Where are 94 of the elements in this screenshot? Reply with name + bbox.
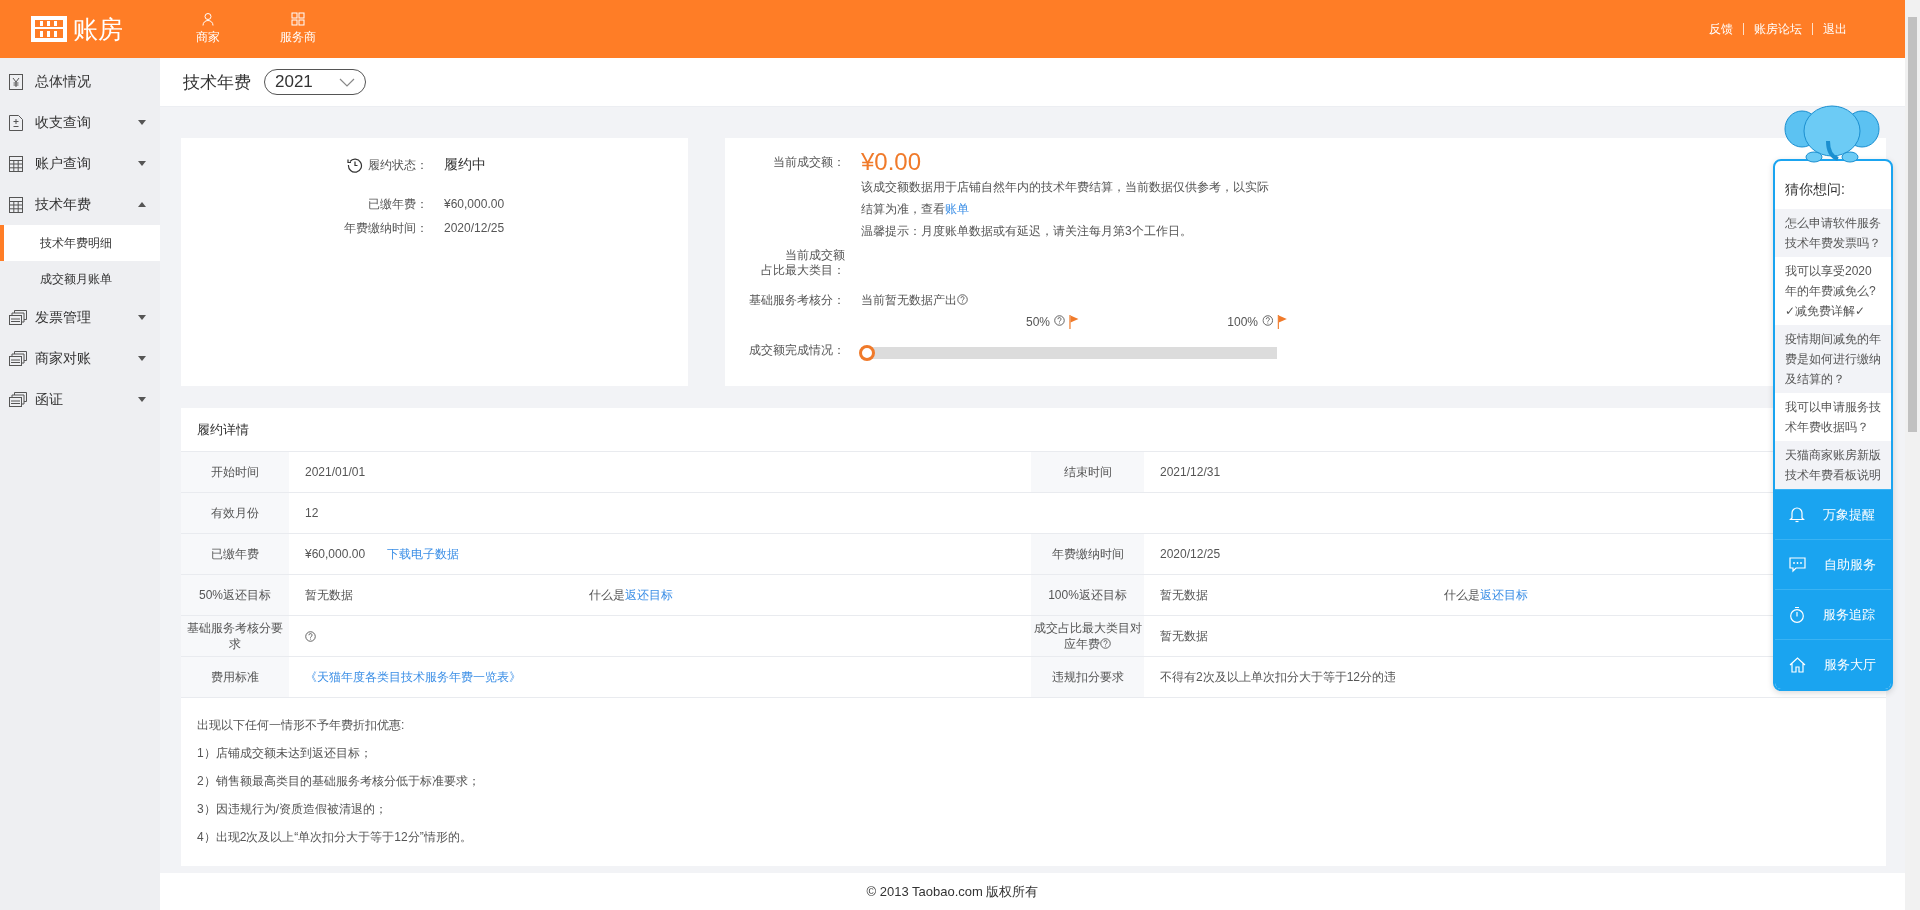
- sidebar-item[interactable]: 收支查询: [0, 102, 160, 143]
- table-label-cell: 开始时间: [181, 452, 289, 493]
- logo-text: 账房: [73, 13, 123, 45]
- tip-text: 温馨提示：月度账单数据或有延迟，请关注每月第3个工作日。: [861, 223, 1192, 240]
- copyright-text: © 2013 Taobao.com 版权所有: [866, 882, 1039, 901]
- table-label-cell: 基础服务考核分要求: [181, 616, 289, 657]
- table-label-cell: 结束时间: [1031, 452, 1144, 493]
- table-cell-text: ¥60,000.00: [305, 547, 367, 561]
- note-text: 1）店铺成交额未达到返还目标；: [197, 745, 373, 762]
- year-select[interactable]: 2021: [264, 69, 366, 95]
- note-text: 2）销售额最高类目的基础服务考核分低于标准要求；: [197, 773, 481, 790]
- field-label: 基础服务考核分：: [748, 292, 845, 309]
- milestone-label: 100%: [1227, 315, 1258, 329]
- field-label: 履约状态：: [368, 156, 428, 174]
- flag-icon: [1069, 315, 1079, 329]
- table-cell-text: 2021/12/31: [1160, 465, 1222, 479]
- grid-icon: [291, 12, 305, 26]
- stacked-cards-icon: [9, 392, 27, 407]
- sidebar-item[interactable]: 商家对账: [0, 338, 160, 379]
- info-text: 该成交额数据用于店铺自然年内的技术年费结算，当前数据仅供参考，以实际结算为准，查看账单: [861, 179, 1270, 218]
- home-icon: [1789, 656, 1806, 673]
- table-cell: 不得有2次及以上单次扣分大于等于12分的违: [1160, 668, 1397, 686]
- scrollbar-thumb[interactable]: [1908, 17, 1917, 432]
- stacked-cards-icon: [9, 351, 27, 366]
- stacked-cards-icon: [9, 310, 27, 325]
- field-label: 当前成交额：: [772, 154, 845, 171]
- question-link[interactable]: 我可以享受2020年的年费减免么?✓减免费详解✓: [1775, 257, 1891, 325]
- abacus-logo-icon: [31, 16, 67, 42]
- note-text: 4）出现2次及以上“单次扣分大于等于12分”情形的。: [197, 829, 473, 846]
- document-icon: [9, 114, 23, 131]
- table-cell-text: 12: [305, 506, 320, 520]
- history-icon: [347, 157, 363, 173]
- download-link[interactable]: 下载电子数据: [387, 545, 459, 563]
- field-value: ¥60,000.00: [444, 197, 505, 211]
- table-label-cell: 已缴年费: [181, 534, 289, 575]
- table-label-cell: 有效月份: [181, 493, 289, 534]
- field-label: 成交额完成情况：: [748, 342, 845, 359]
- table-label-cell: 违规扣分要求: [1031, 657, 1144, 698]
- sidebar-subitem[interactable]: 成交额月账单: [0, 261, 160, 297]
- hint-text: 什么是返还目标: [1444, 586, 1528, 604]
- help-icon[interactable]: [305, 630, 316, 642]
- table-cell-text: 2021/01/01: [305, 465, 367, 479]
- question-link[interactable]: 怎么申请软件服务技术年费发票吗？: [1775, 209, 1891, 257]
- stopwatch-icon: [1789, 606, 1805, 623]
- table-label-cell: 年费缴纳时间: [1031, 534, 1144, 575]
- table-cell-text: 暂无数据: [1160, 586, 1209, 604]
- question-link[interactable]: 天猫商家账房新版技术年费看板说明: [1775, 441, 1891, 489]
- help-icon[interactable]: [1262, 315, 1273, 326]
- field-label: 占比最大类目：: [760, 263, 845, 278]
- field-value: 2020/12/25: [444, 221, 505, 235]
- sidebar-item[interactable]: 总体情况: [0, 61, 160, 102]
- bell-icon: [1789, 506, 1805, 523]
- table-label-cell: 成交占比最大类目对应年费: [1033, 620, 1142, 652]
- sidebar-item[interactable]: 技术年费: [0, 184, 160, 225]
- flag-icon: [1277, 315, 1287, 329]
- sidebar-item[interactable]: 函证: [0, 379, 160, 420]
- target-link[interactable]: 返还目标: [625, 587, 673, 602]
- help-icon[interactable]: [1054, 315, 1065, 326]
- status-value: 履约中: [444, 156, 486, 174]
- table-label-cell: 50%返还目标: [181, 575, 289, 616]
- chat-icon: [1789, 556, 1806, 573]
- field-label: 已缴年费：: [368, 195, 428, 213]
- person-icon: [201, 12, 215, 26]
- progress-thumb[interactable]: [859, 345, 875, 361]
- help-icon[interactable]: [1100, 638, 1111, 649]
- table-cell-text: 2020/12/25: [1160, 547, 1222, 561]
- sidebar-item[interactable]: 发票管理: [0, 297, 160, 338]
- table-cell-text: 暂无数据: [1160, 627, 1209, 645]
- elephant-drawing[interactable]: [1784, 105, 1880, 163]
- field-label: 年费缴纳时间：: [344, 219, 428, 237]
- calculator-icon: [9, 196, 23, 213]
- sidebar-item[interactable]: 账户查询: [0, 143, 160, 184]
- help-icon[interactable]: [957, 294, 968, 305]
- table-label-cell: 100%返还目标: [1031, 575, 1144, 616]
- bill-link[interactable]: 账单: [945, 202, 969, 216]
- field-value: 当前暂无数据产出: [861, 293, 957, 307]
- yen-icon: [9, 73, 23, 90]
- note-text: 出现以下任何一情形不予年费折扣优惠:: [197, 717, 406, 734]
- question-link[interactable]: 我可以申请服务技术年费收据吗？: [1775, 393, 1891, 441]
- field-label: 当前成交额: [784, 248, 845, 263]
- note-text: 3）因违规行为/资质造假被清退的；: [197, 801, 388, 818]
- target-link[interactable]: 返还目标: [1480, 587, 1528, 602]
- sidebar-subitem[interactable]: 技术年费明细: [0, 225, 160, 261]
- hint-text: 什么是返还目标: [589, 586, 673, 604]
- fee-table-link[interactable]: 《天猫年度各类目技术服务年费一览表》: [305, 668, 521, 686]
- calculator-icon: [9, 155, 23, 172]
- question-link[interactable]: 疫情期间减免的年费是如何进行缴纳及结算的？: [1775, 325, 1891, 393]
- amount-value: ¥0.00: [861, 148, 923, 176]
- milestone-label: 50%: [1025, 315, 1050, 329]
- table-label-cell: 费用标准: [181, 657, 289, 698]
- table-cell-text: 暂无数据: [305, 586, 354, 604]
- chevron-down-icon: [339, 77, 355, 87]
- panel-title: 猜你想问:: [1784, 180, 1846, 199]
- page-title: 技术年费: [183, 71, 251, 94]
